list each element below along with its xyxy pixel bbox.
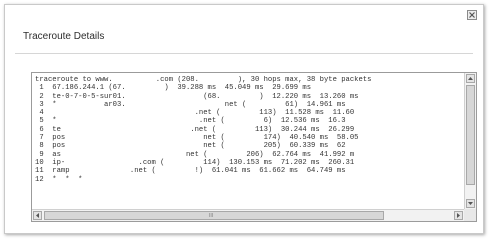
output-line: 9 as net ( 206) 62.764 ms 41.992 m (35, 150, 355, 159)
scroll-left-button[interactable] (33, 211, 42, 220)
scroll-up-button[interactable] (466, 74, 475, 83)
title-divider (15, 53, 473, 54)
arrow-down-icon (468, 202, 473, 205)
output-line: 8 pos net ( 205) 60.339 ms 62 (35, 142, 346, 151)
horizontal-scroll-thumb[interactable]: III (44, 211, 384, 220)
output-line: 1 67.186.244.1 (67. ) 39.288 ms 45.049 m… (35, 84, 312, 93)
arrow-right-icon (457, 213, 460, 218)
traceroute-dialog: Traceroute Details traceroute to www. .c… (4, 4, 484, 234)
vertical-scrollbar[interactable] (464, 73, 476, 209)
close-button[interactable] (467, 10, 477, 20)
output-line: 6 te .net ( 113) 30.244 ms 26.299 (35, 125, 355, 134)
scroll-grip: III (209, 213, 214, 219)
scroll-down-button[interactable] (466, 199, 475, 208)
output-line: traceroute to www. .com (208. ), 30 hops… (35, 76, 372, 84)
output-line: 4 .net ( 113) 11.528 ms 11.60 (35, 109, 355, 118)
arrow-left-icon (36, 213, 39, 218)
traceroute-output-text[interactable]: traceroute to www. .com (208. ), 30 hops… (35, 76, 463, 208)
output-line: 2 te-0-7-0-5-sur01. (68. ) 12.220 ms 13.… (35, 92, 359, 101)
scrollbar-corner (464, 209, 476, 221)
traceroute-output-panel[interactable]: traceroute to www. .com (208. ), 30 hops… (31, 72, 477, 222)
output-line: 11 ramp .net ( !) 61.041 ms 61.662 ms 64… (35, 167, 346, 176)
vertical-scroll-thumb[interactable] (466, 85, 475, 185)
arrow-up-icon (468, 77, 473, 80)
horizontal-scrollbar[interactable]: III (32, 209, 464, 221)
dialog-title: Traceroute Details (23, 31, 105, 42)
output-line: 7 pos net ( 174) 40.540 ms 58.05 (35, 134, 359, 143)
output-line: 12 * * * (35, 175, 83, 184)
scroll-right-button[interactable] (454, 211, 463, 220)
output-line: 5 * .net ( 6) 12.536 ms 16.3 (35, 117, 346, 126)
output-line: 3 * ar03. net ( 61) 14.961 ms (35, 100, 346, 109)
output-line: 10 ip- .com ( 114) 130.153 ms 71.202 ms … (35, 158, 355, 167)
